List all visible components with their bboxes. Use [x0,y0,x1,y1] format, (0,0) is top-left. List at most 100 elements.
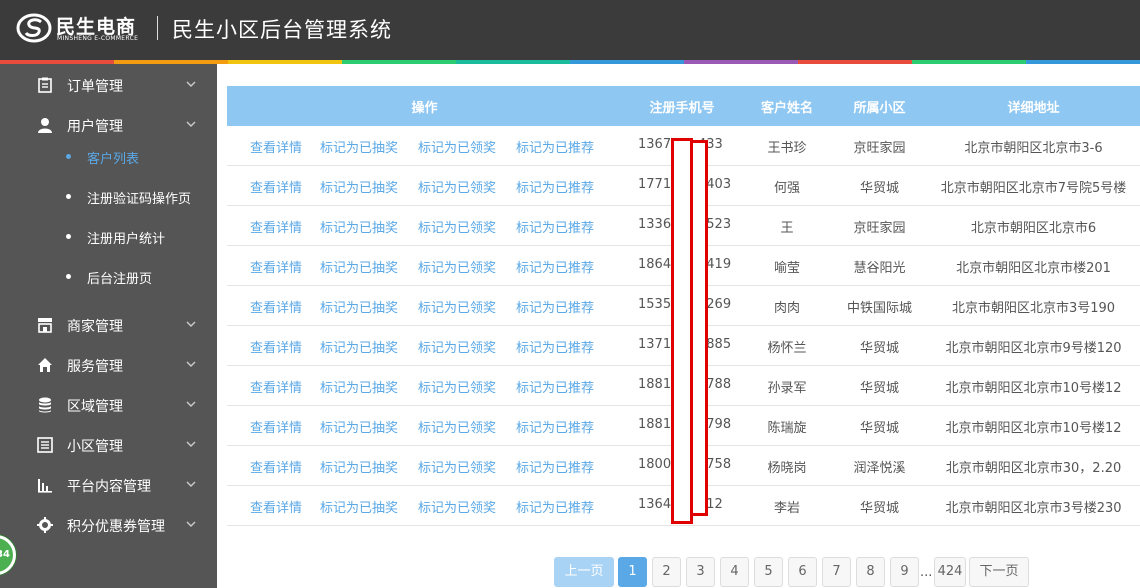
sidebar-item-services[interactable]: 服务管理 [0,345,217,385]
app-title: 民生小区后台管理系统 [172,18,392,42]
home-icon [38,358,52,372]
phone-prefix: 1364 [638,497,672,512]
page-button-last[interactable]: 424 [934,557,966,587]
clipboard-icon [38,77,52,93]
prev-page-button[interactable]: 上一页 [554,557,614,587]
chevron-down-icon [186,401,196,407]
view-details-link[interactable]: 查看详情 [250,257,302,276]
submenu-item-backend-register[interactable]: 后台注册页 [0,257,217,297]
sidebar-item-label: 平台内容管理 [67,479,151,495]
page-button-9[interactable]: 9 [890,557,919,587]
mark-recommended-link[interactable]: 标记为已推荐 [516,137,594,156]
view-details-link[interactable]: 查看详情 [250,457,302,476]
sidebar-item-communities[interactable]: 小区管理 [0,425,217,465]
stripe-segment [798,60,912,64]
customer-name: 王 [780,221,794,236]
community-name: 华贸城 [859,421,899,436]
bullet-icon [66,234,71,239]
stripe-segment [684,60,798,64]
page-button-4[interactable]: 4 [720,557,749,587]
mark-recommended-link[interactable]: 标记为已推荐 [516,297,594,316]
stripe-segment [456,60,570,64]
mark-recommended-link[interactable]: 标记为已推荐 [516,377,594,396]
page-button-3[interactable]: 3 [686,557,715,587]
community-name: 京旺家园 [853,221,906,236]
bar-chart-icon [38,479,52,493]
mark-recommended-link[interactable]: 标记为已推荐 [516,177,594,196]
mark-drawn-link[interactable]: 标记为已抽奖 [320,377,398,396]
mark-claimed-link[interactable]: 标记为已领奖 [418,377,496,396]
page-button-5[interactable]: 5 [754,557,783,587]
view-details-link[interactable]: 查看详情 [250,497,302,516]
mark-drawn-link[interactable]: 标记为已抽奖 [320,337,398,356]
address: 北京市朝阳区北京市10号楼12 [945,421,1122,436]
header-phone: 注册手机号 [649,101,715,116]
page-button-2[interactable]: 2 [652,557,681,587]
view-details-link[interactable]: 查看详情 [250,297,302,316]
submenu-label: 注册用户统计 [87,232,166,247]
mark-claimed-link[interactable]: 标记为已领奖 [418,177,496,196]
header-community: 所属小区 [853,101,906,116]
view-details-link[interactable]: 查看详情 [250,337,302,356]
mark-claimed-link[interactable]: 标记为已领奖 [418,417,496,436]
mark-recommended-link[interactable]: 标记为已推荐 [516,497,594,516]
sidebar-item-regions[interactable]: 区域管理 [0,385,217,425]
view-details-link[interactable]: 查看详情 [250,417,302,436]
mark-claimed-link[interactable]: 标记为已领奖 [418,297,496,316]
customer-name: 何强 [773,181,800,196]
stripe-segment [912,60,1026,64]
address: 北京市朝阳区北京市3-6 [964,141,1103,156]
mark-drawn-link[interactable]: 标记为已抽奖 [320,457,398,476]
sidebar-item-merchants[interactable]: 商家管理 [0,305,217,345]
table-header: 操作 注册手机号 客户姓名 所属小区 详细地址 [227,86,1140,126]
mark-drawn-link[interactable]: 标记为已抽奖 [320,417,398,436]
page-button-8[interactable]: 8 [856,557,885,587]
mark-drawn-link[interactable]: 标记为已抽奖 [320,137,398,156]
customer-name: 陈瑞旋 [767,421,807,436]
mark-claimed-link[interactable]: 标记为已领奖 [418,137,496,156]
submenu-item-user-stats[interactable]: 注册用户统计 [0,217,217,257]
mark-recommended-link[interactable]: 标记为已推荐 [516,257,594,276]
mark-claimed-link[interactable]: 标记为已领奖 [418,457,496,476]
mark-recommended-link[interactable]: 标记为已推荐 [516,337,594,356]
mark-drawn-link[interactable]: 标记为已抽奖 [320,177,398,196]
sidebar-item-label: 区域管理 [67,399,123,415]
mark-claimed-link[interactable]: 标记为已领奖 [418,497,496,516]
address: 北京市朝阳区北京市30，2.20 [945,461,1122,476]
submenu-item-customer-list[interactable]: 客户列表 [0,137,217,177]
next-page-button[interactable]: 下一页 [969,557,1029,587]
sidebar-item-content[interactable]: 平台内容管理 [0,465,217,505]
mark-claimed-link[interactable]: 标记为已领奖 [418,217,496,236]
view-details-link[interactable]: 查看详情 [250,177,302,196]
view-details-link[interactable]: 查看详情 [250,137,302,156]
mark-drawn-link[interactable]: 标记为已抽奖 [320,217,398,236]
mark-recommended-link[interactable]: 标记为已推荐 [516,417,594,436]
gear-icon [37,517,53,533]
mark-claimed-link[interactable]: 标记为已领奖 [418,257,496,276]
view-details-link[interactable]: 查看详情 [250,217,302,236]
sidebar: 订单管理 用户管理 客户列表 注册验证码操作页 注册用户统计 后台注册页 商家管… [0,64,217,588]
bullet-icon [66,154,71,159]
sidebar-item-label: 订单管理 [67,79,123,95]
view-details-link[interactable]: 查看详情 [250,377,302,396]
header-actions: 操作 [411,101,438,116]
phone-prefix: 1371 [638,337,672,352]
sidebar-item-label: 小区管理 [67,439,123,455]
mark-drawn-link[interactable]: 标记为已抽奖 [320,297,398,316]
community-name: 华贸城 [859,381,899,396]
address: 北京市朝阳区北京市楼201 [956,261,1111,276]
mark-recommended-link[interactable]: 标记为已推荐 [516,217,594,236]
page-button-1[interactable]: 1 [618,557,647,587]
mark-recommended-link[interactable]: 标记为已推荐 [516,457,594,476]
mark-claimed-link[interactable]: 标记为已领奖 [418,337,496,356]
sidebar-item-points-coupons[interactable]: 积分优惠券管理 [0,505,217,545]
page-button-6[interactable]: 6 [788,557,817,587]
mark-drawn-link[interactable]: 标记为已抽奖 [320,257,398,276]
header-divider [157,16,158,40]
mark-drawn-link[interactable]: 标记为已抽奖 [320,497,398,516]
phone-prefix: 1336 [638,217,672,232]
submenu-item-verification-code[interactable]: 注册验证码操作页 [0,177,217,217]
page-button-7[interactable]: 7 [822,557,851,587]
top-bar: 民生电商 MINSHENG E-COMMERCE 民生小区后台管理系统 [0,0,1140,60]
sidebar-item-orders[interactable]: 订单管理 [0,65,217,105]
